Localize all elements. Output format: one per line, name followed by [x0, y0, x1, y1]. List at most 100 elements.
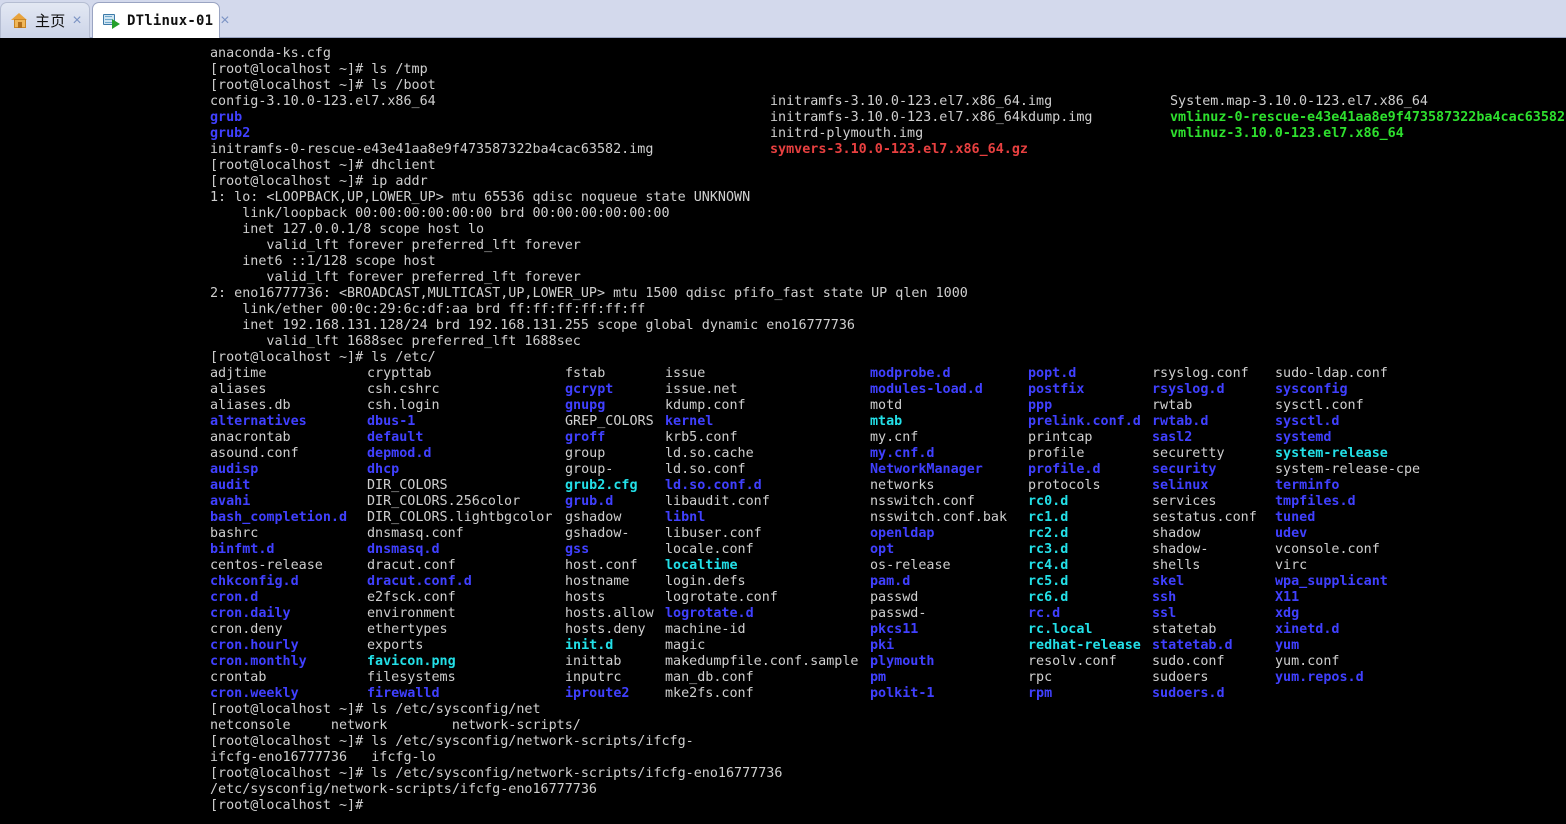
- terminal-line: link/loopback 00:00:00:00:00:00 brd 00:0…: [210, 206, 670, 221]
- file-entry: opt: [870, 542, 895, 557]
- etc-listing-row: cron.weekly firewalld iproute2 mke2fs.conf p…: [210, 686, 1225, 702]
- terminal-line: [root@localhost ~]# dhclient: [210, 158, 436, 173]
- file-entry: libuser.conf: [665, 526, 762, 541]
- file-entry: dbus-1: [367, 414, 416, 429]
- file-entry: rpc: [1028, 670, 1053, 685]
- file-entry: sudo.conf: [1152, 654, 1225, 669]
- file-entry: sudoers.d: [1152, 686, 1225, 701]
- file-entry: resolv.conf: [1028, 654, 1117, 669]
- file-entry: cron.deny: [210, 622, 283, 637]
- file-entry: cron.d: [210, 590, 259, 605]
- file-entry: login.defs: [665, 574, 746, 589]
- file-entry: systemd: [1275, 430, 1332, 445]
- file-entry: mtab: [870, 414, 903, 429]
- terminal-line: /etc/sysconfig/network-scripts/ifcfg-eno…: [210, 782, 597, 797]
- file-entry: rc.local: [1028, 622, 1093, 637]
- terminal-line: [root@localhost ~]# ls /tmp: [210, 62, 428, 77]
- file-entry: dhcp: [367, 462, 400, 477]
- file-entry: rc6.d: [1028, 590, 1069, 605]
- terminal-line: netconsole network network-scripts/: [210, 718, 581, 733]
- file-entry: postfix: [1028, 382, 1085, 397]
- file-entry: passwd-: [870, 606, 927, 621]
- file-entry: symvers-3.10.0-123.el7.x86_64.gz: [770, 142, 1028, 157]
- file-entry: vconsole.conf: [1275, 542, 1380, 557]
- terminal-line: [root@localhost ~]#: [210, 798, 364, 813]
- etc-listing-row: cron.monthly favicon.png inittab makedumpfi…: [210, 654, 1340, 670]
- file-entry: mke2fs.conf: [665, 686, 754, 701]
- tab-home[interactable]: 主页 ×: [0, 2, 90, 38]
- file-entry: csh.login: [367, 398, 440, 413]
- file-entry: passwd: [870, 590, 919, 605]
- file-entry: avahi: [210, 494, 251, 509]
- file-entry: popt.d: [1028, 366, 1077, 381]
- terminal-line: inet6 ::1/128 scope host: [210, 254, 436, 269]
- tab-dtlinux-01-close-icon[interactable]: ×: [220, 12, 229, 29]
- file-entry: dracut.conf.d: [367, 574, 472, 589]
- file-entry: xinetd.d: [1275, 622, 1340, 637]
- file-entry: yum: [1275, 638, 1300, 653]
- file-entry: initramfs-0-rescue-e43e41aa8e9f473587322…: [210, 142, 654, 157]
- file-entry: udev: [1275, 526, 1308, 541]
- file-entry: favicon.png: [367, 654, 456, 669]
- file-entry: chkconfig.d: [210, 574, 299, 589]
- file-entry: GREP_COLORS: [565, 414, 654, 429]
- file-entry: pki: [870, 638, 895, 653]
- file-entry: X11: [1275, 590, 1300, 605]
- file-entry: DIR_COLORS.256color: [367, 494, 521, 509]
- terminal-console[interactable]: anaconda-ks.cfg [root@localhost ~]# ls /t…: [0, 38, 1566, 824]
- terminal-line: [root@localhost ~]# ls /etc/sysconfig/ne…: [210, 702, 541, 717]
- etc-listing-row: aliases csh.cshrc gcrypt issue.net modules-l…: [210, 382, 1348, 398]
- terminal-output: anaconda-ks.cfg [root@localhost ~]# ls /t…: [210, 46, 1565, 814]
- file-entry: openldap: [870, 526, 935, 541]
- file-entry: shadow: [1152, 526, 1201, 541]
- etc-listing-row: avahi DIR_COLORS.256color grub.d libaudit.c…: [210, 494, 1356, 510]
- file-entry: statetab: [1152, 622, 1217, 637]
- file-entry: grub2.cfg: [565, 478, 638, 493]
- file-entry: xdg: [1275, 606, 1300, 621]
- file-entry: rc5.d: [1028, 574, 1069, 589]
- file-entry: profile: [1028, 446, 1085, 461]
- terminal-line: [root@localhost ~]# ls /boot: [210, 78, 436, 93]
- tab-dtlinux-01[interactable]: DTlinux-01 ×: [92, 2, 230, 38]
- file-entry: machine-id: [665, 622, 746, 637]
- file-entry: issue: [665, 366, 706, 381]
- etc-listing-row: cron.daily environment hosts.allow logrotat…: [210, 606, 1299, 622]
- boot-listing-row: config-3.10.0-123.el7.x86_64 initramfs-3.…: [210, 94, 1428, 110]
- etc-listing-row: bashrc dnsmasq.conf gshadow-libuser.conf op…: [210, 526, 1307, 542]
- file-entry: selinux: [1152, 478, 1209, 493]
- file-entry: hosts.allow: [565, 606, 654, 621]
- file-entry: bash_completion.d: [210, 510, 348, 525]
- file-entry: printcap: [1028, 430, 1093, 445]
- etc-listing-row: centos-release dracut.conf host.conf localt…: [210, 558, 1307, 574]
- file-entry: rwtab: [1152, 398, 1193, 413]
- terminal-line: 2: eno16777736: <BROADCAST,MULTICAST,UP,…: [210, 286, 968, 301]
- etc-listing-row: bash_completion.d DIR_COLORS.lightbgcolor…: [210, 510, 1315, 526]
- boot-listing-row: initramfs-0-rescue-e43e41aa8e9f473587322…: [210, 142, 1028, 158]
- file-entry: krb5.conf: [665, 430, 738, 445]
- file-entry: hosts.deny: [565, 622, 646, 637]
- file-entry: networks: [870, 478, 935, 493]
- file-entry: rsyslog.d: [1152, 382, 1225, 397]
- file-entry: crontab: [210, 670, 267, 685]
- file-entry: hostname: [565, 574, 630, 589]
- file-entry: cron.hourly: [210, 638, 299, 653]
- file-entry: ssh: [1152, 590, 1177, 605]
- tab-home-close-icon[interactable]: ×: [72, 12, 81, 29]
- file-entry: sasl2: [1152, 430, 1193, 445]
- etc-listing-row: crontab filesystems inputrc man_db.conf pm rp…: [210, 670, 1364, 686]
- file-entry: DIR_COLORS.lightbgcolor: [367, 510, 553, 525]
- file-entry: ethertypes: [367, 622, 448, 637]
- file-entry: rc4.d: [1028, 558, 1069, 573]
- home-icon: [11, 12, 28, 29]
- vm-console-icon: [103, 13, 120, 29]
- file-entry: system-release-cpe: [1275, 462, 1421, 477]
- file-entry: cron.weekly: [210, 686, 299, 701]
- terminal-line: valid_lft 1688sec preferred_lft 1688sec: [210, 334, 581, 349]
- etc-listing-row: cron.hourly exports init.d magic pki redhat-r…: [210, 638, 1299, 654]
- file-entry: statetab.d: [1152, 638, 1233, 653]
- file-entry: pam.d: [870, 574, 911, 589]
- file-entry: gshadow: [565, 510, 622, 525]
- file-entry: magic: [665, 638, 706, 653]
- terminal-line: anaconda-ks.cfg: [210, 46, 331, 61]
- terminal-line: valid_lft forever preferred_lft forever: [210, 238, 581, 253]
